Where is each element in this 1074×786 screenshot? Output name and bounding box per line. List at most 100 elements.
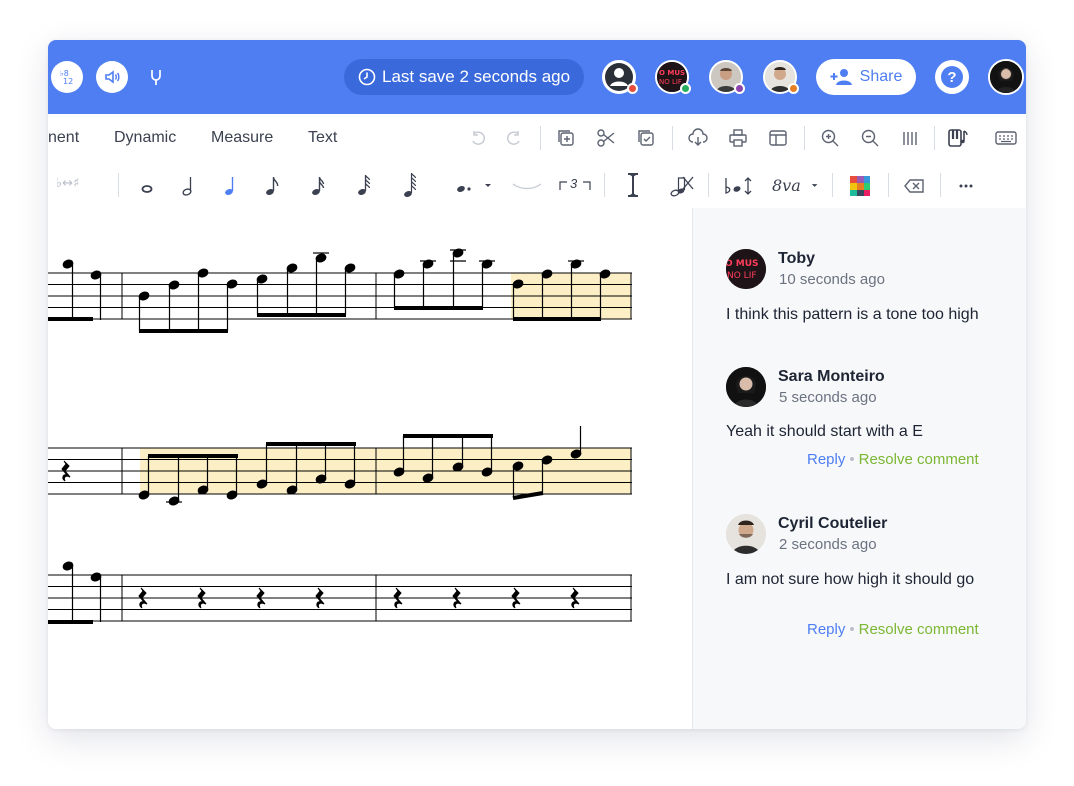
print-button[interactable] <box>726 126 750 150</box>
svg-text:12: 12 <box>63 77 73 86</box>
menu-item-text[interactable]: Text <box>308 129 337 147</box>
dotted-note-dropdown[interactable] <box>450 176 496 198</box>
zoom-out-icon <box>861 129 879 147</box>
undo-button[interactable] <box>466 126 490 150</box>
add-user-icon <box>830 69 852 85</box>
comment-avatar-sara <box>726 367 766 407</box>
sixteenth-note-button[interactable] <box>308 174 330 198</box>
toolbar-divider <box>940 173 941 197</box>
avatar-image <box>726 367 766 407</box>
toolbar-divider <box>540 126 541 150</box>
eighth-note-button[interactable] <box>262 174 284 198</box>
sixteenth-note-icon <box>312 176 325 195</box>
help-label: ? <box>947 68 957 86</box>
keyboard-button[interactable] <box>994 126 1018 150</box>
share-button[interactable]: Share <box>816 59 916 95</box>
zoom-out-button[interactable] <box>858 126 882 150</box>
enharmonic-button[interactable]: ♭↔♯ <box>56 176 79 191</box>
tuning-fork-icon <box>151 70 161 85</box>
app-window: ♭8 12 Last save 2 seconds ago O MUS NO LIF <box>48 40 1026 729</box>
separator-dot: • <box>849 621 855 638</box>
bars-view-icon <box>903 132 917 145</box>
svg-text:O MUS: O MUS <box>659 69 685 77</box>
top-bar: ♭8 12 Last save 2 seconds ago O MUS NO LIF <box>48 40 1026 114</box>
presence-dot <box>788 83 799 94</box>
presence-dot <box>627 83 638 94</box>
help-button[interactable]: ? <box>935 60 969 94</box>
tuning-button[interactable] <box>144 65 168 89</box>
half-note-button[interactable] <box>178 174 200 198</box>
more-options-button[interactable] <box>954 174 978 198</box>
avatar-image <box>726 514 766 554</box>
flat-pitch-icon <box>725 177 752 195</box>
score-view-button[interactable] <box>898 126 922 150</box>
comment-actions: Reply • Resolve comment <box>807 621 979 638</box>
whole-note-icon <box>141 185 153 193</box>
paste-button[interactable] <box>634 126 658 150</box>
tuplet-button[interactable]: 3 <box>558 176 592 196</box>
i-beam-icon <box>628 173 638 197</box>
comment-avatar-toby: O MUS NO LIF <box>726 249 766 289</box>
thirty-second-note-button[interactable] <box>354 172 376 198</box>
svg-text:NO LIF: NO LIF <box>727 271 757 281</box>
cloud-download-icon <box>688 128 708 146</box>
presence-dot <box>680 83 691 94</box>
current-user-avatar[interactable] <box>988 59 1024 95</box>
transpose-button[interactable]: ♭8 12 <box>51 61 83 93</box>
note-toolbar: ♭↔♯ 3 8va <box>48 162 1026 208</box>
menu-item-arrangement[interactable]: nent <box>48 129 79 147</box>
resolve-comment-link[interactable]: Resolve comment <box>859 451 979 468</box>
export-button[interactable] <box>686 126 710 150</box>
undo-icon <box>472 131 486 145</box>
delete-button[interactable] <box>902 174 926 198</box>
reply-link[interactable]: Reply <box>807 621 845 638</box>
instrument-view-button[interactable] <box>946 126 970 150</box>
avatar-image: O MUS NO LIF <box>726 249 766 289</box>
toolbar-divider <box>604 173 605 197</box>
comment-time: 10 seconds ago <box>779 271 885 288</box>
tie-button[interactable] <box>510 176 544 196</box>
comment-author: Cyril Coutelier <box>778 515 888 532</box>
pitch-shift-button[interactable] <box>722 174 756 198</box>
whole-note-button[interactable] <box>136 174 158 198</box>
save-status-pill: Last save 2 seconds ago <box>344 59 584 95</box>
playback-sound-button[interactable] <box>96 61 128 93</box>
redo-button[interactable] <box>502 126 526 150</box>
thirty-second-note-icon <box>358 174 371 195</box>
resolve-comment-link[interactable]: Resolve comment <box>859 621 979 638</box>
layout-button[interactable] <box>766 126 790 150</box>
comment-actions: Reply • Resolve comment <box>807 451 979 468</box>
notes-system-3 <box>48 561 580 624</box>
help-icon: ? <box>941 66 963 88</box>
tuplet-label: 3 <box>570 176 578 191</box>
zoom-in-button[interactable] <box>818 126 842 150</box>
score-canvas[interactable] <box>48 208 692 729</box>
ottava-dropdown[interactable]: 8va <box>772 174 820 196</box>
comments-panel: O MUS NO LIF Toby 10 seconds ago I think … <box>692 208 1026 729</box>
comment-time: 2 seconds ago <box>779 536 877 553</box>
layout-icon <box>769 130 787 146</box>
color-palette-icon <box>850 176 870 196</box>
printer-icon <box>729 129 747 147</box>
reply-link[interactable]: Reply <box>807 451 845 468</box>
add-bar-button[interactable] <box>554 126 578 150</box>
menu-item-dynamic[interactable]: Dynamic <box>114 129 176 147</box>
quarter-note-button[interactable] <box>220 174 242 198</box>
note-rest-icon <box>670 176 694 197</box>
sixty-fourth-note-button[interactable] <box>400 170 422 200</box>
eighth-note-icon <box>266 176 279 195</box>
quarter-note-icon <box>225 177 234 195</box>
menu-item-measure[interactable]: Measure <box>211 129 273 147</box>
scissors-icon <box>597 129 615 147</box>
clipboard-check-icon <box>638 130 654 146</box>
rest-toggle-button[interactable] <box>666 174 696 198</box>
half-note-icon <box>182 177 192 196</box>
staff-system-3 <box>48 574 632 622</box>
note-color-button[interactable] <box>848 174 872 198</box>
text-cursor-button[interactable] <box>622 172 644 198</box>
comment-avatar-cyril <box>726 514 766 554</box>
cut-button[interactable] <box>594 126 618 150</box>
toolbar-divider <box>672 126 673 150</box>
comment-author: Toby <box>778 250 816 267</box>
comment-time: 5 seconds ago <box>779 389 877 406</box>
